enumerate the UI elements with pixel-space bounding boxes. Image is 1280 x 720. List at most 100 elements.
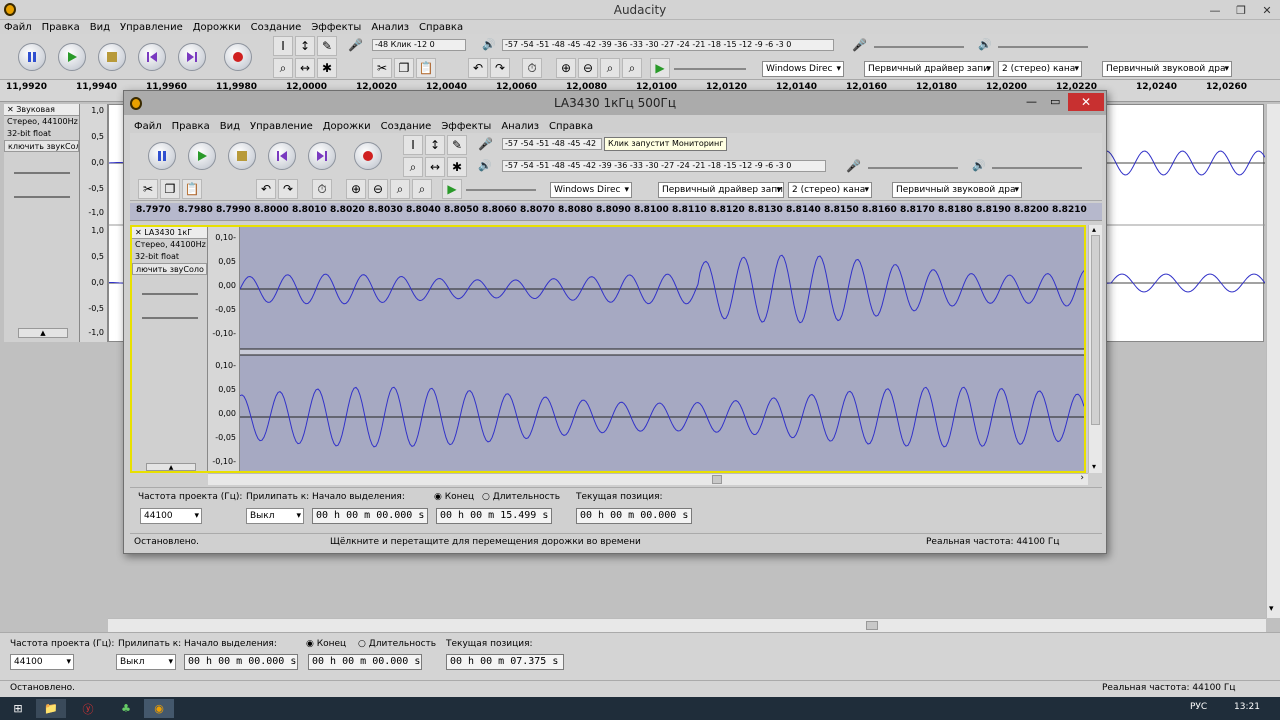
project-horizontal-scrollbar[interactable]: ›: [208, 473, 1088, 485]
pan-slider[interactable]: [142, 317, 198, 319]
playback-meter[interactable]: -57 -54 -51 -48 -45 -42 -39 -36 -33 -30 …: [502, 39, 834, 51]
multi-tool-icon[interactable]: ✱: [447, 157, 467, 177]
menu-view[interactable]: Вид: [90, 22, 110, 33]
menu-help[interactable]: Справка: [419, 22, 463, 33]
envelope-tool-icon[interactable]: ↕: [425, 135, 445, 155]
audio-host-select[interactable]: Windows Direc: [550, 182, 632, 198]
end-radio[interactable]: ◉: [434, 492, 442, 502]
mic-volume-slider[interactable]: [874, 46, 964, 48]
app-icon[interactable]: ♣: [112, 699, 140, 718]
main-horizontal-scrollbar[interactable]: [108, 618, 1266, 632]
menu-analyze[interactable]: Анализ: [501, 121, 539, 132]
record-button[interactable]: [354, 142, 382, 170]
minimize-button[interactable]: —: [1202, 0, 1228, 20]
draw-tool-icon[interactable]: ✎: [317, 36, 337, 56]
menu-effects[interactable]: Эффекты: [441, 121, 491, 132]
menu-generate[interactable]: Создание: [251, 22, 302, 33]
pan-slider[interactable]: [14, 196, 70, 198]
explorer-icon[interactable]: 📁: [36, 699, 66, 718]
project-rate-select[interactable]: 44100: [140, 508, 202, 524]
stop-button[interactable]: [98, 43, 126, 71]
zoom-tool-icon[interactable]: ⌕: [273, 58, 293, 78]
track-name[interactable]: Звуковая: [16, 105, 55, 114]
envelope-tool-icon[interactable]: ↕: [295, 36, 315, 56]
selection-start-time[interactable]: 00 h 00 m 00.000 s: [312, 508, 428, 524]
zoom-out-icon[interactable]: ⊖: [578, 58, 598, 78]
snap-select[interactable]: Выкл: [246, 508, 304, 524]
play-at-speed-icon[interactable]: ▶: [442, 179, 462, 199]
timeshift-tool-icon[interactable]: ↔: [425, 157, 445, 177]
play-speed-slider[interactable]: [674, 68, 746, 70]
draw-tool-icon[interactable]: ✎: [447, 135, 467, 155]
maximize-button[interactable]: ❐: [1228, 0, 1254, 20]
pause-button[interactable]: [148, 142, 176, 170]
record-button[interactable]: [224, 43, 252, 71]
input-device-select[interactable]: Первичный драйвер запи: [864, 61, 994, 77]
cut-icon[interactable]: ✂: [372, 58, 392, 78]
skip-end-button[interactable]: [308, 142, 336, 170]
selection-tool-icon[interactable]: I: [273, 36, 293, 56]
fit-selection-icon[interactable]: ⌕: [600, 58, 620, 78]
skip-start-button[interactable]: [138, 43, 166, 71]
copy-icon[interactable]: ❐: [394, 58, 414, 78]
project-vertical-scrollbar[interactable]: ▴ ▾: [1088, 225, 1102, 473]
play-button[interactable]: [58, 43, 86, 71]
sync-lock-icon[interactable]: ⏱: [522, 58, 542, 78]
start-icon[interactable]: ⊞: [4, 699, 32, 718]
fit-project-icon[interactable]: ⌕: [622, 58, 642, 78]
gain-slider[interactable]: [14, 172, 70, 174]
collapse-track-icon[interactable]: ▲: [18, 328, 68, 338]
record-meter[interactable]: -57 -54 -51 -48 -45 -42: [502, 138, 602, 150]
menu-tracks[interactable]: Дорожки: [193, 22, 241, 33]
selection-end-time[interactable]: 00 h 00 m 00.000 s: [308, 654, 422, 670]
cut-icon[interactable]: ✂: [138, 179, 158, 199]
zoom-tool-icon[interactable]: ⌕: [403, 157, 423, 177]
selection-tool-icon[interactable]: I: [403, 135, 423, 155]
zoom-in-icon[interactable]: ⊕: [346, 179, 366, 199]
output-device-select[interactable]: Первичный звуковой дра: [1102, 61, 1232, 77]
play-button[interactable]: [188, 142, 216, 170]
project-track[interactable]: ✕ LA3430 1кГ Стерео, 44100Hz 32-bit floa…: [130, 225, 1086, 473]
menu-help[interactable]: Справка: [549, 121, 593, 132]
menu-tracks[interactable]: Дорожки: [323, 121, 371, 132]
main-vertical-scrollbar[interactable]: ▾: [1266, 104, 1280, 618]
play-at-speed-icon[interactable]: ▶: [650, 58, 670, 78]
length-radio[interactable]: ○: [358, 639, 366, 649]
end-radio[interactable]: ◉: [306, 639, 314, 649]
menu-generate[interactable]: Создание: [381, 121, 432, 132]
multi-tool-icon[interactable]: ✱: [317, 58, 337, 78]
paste-icon[interactable]: 📋: [416, 58, 436, 78]
maximize-button[interactable]: ▭: [1050, 95, 1060, 108]
channels-select[interactable]: 2 (стерео) кана: [788, 182, 872, 198]
menu-effects[interactable]: Эффекты: [311, 22, 361, 33]
menu-file[interactable]: Файл: [134, 121, 162, 132]
audio-position-time[interactable]: 00 h 00 m 00.000 s: [576, 508, 692, 524]
audio-position-time[interactable]: 00 h 00 m 07.375 s: [446, 654, 564, 670]
menu-edit[interactable]: Правка: [172, 121, 210, 132]
output-device-select[interactable]: Первичный звуковой дра: [892, 182, 1022, 198]
project-rate-select[interactable]: 44100: [10, 654, 74, 670]
clock[interactable]: 13:21: [1234, 702, 1260, 712]
input-device-select[interactable]: Первичный драйвер запи: [658, 182, 784, 198]
fit-project-icon[interactable]: ⌕: [412, 179, 432, 199]
mute-solo-buttons[interactable]: ключить звукСоло: [4, 140, 79, 152]
language-indicator[interactable]: РУС: [1190, 702, 1207, 712]
playback-meter[interactable]: -57 -54 -51 -48 -45 -42 -39 -36 -33 -30 …: [502, 160, 826, 172]
selection-start-time[interactable]: 00 h 00 m 00.000 s: [184, 654, 298, 670]
menu-file[interactable]: Файл: [4, 22, 32, 33]
audio-host-select[interactable]: Windows Direc: [762, 61, 844, 77]
yandex-browser-icon[interactable]: ⓨ: [74, 699, 102, 718]
output-volume-slider[interactable]: [998, 46, 1088, 48]
track-close-icon[interactable]: ✕: [7, 105, 14, 114]
close-button[interactable]: ✕: [1254, 0, 1280, 20]
project-timeline-ruler[interactable]: 8.7970 8.7980 8.7990 8.8000 8.8010 8.802…: [130, 203, 1102, 221]
skip-start-button[interactable]: [268, 142, 296, 170]
channels-select[interactable]: 2 (стерео) кана: [998, 61, 1082, 77]
undo-icon[interactable]: ↶: [256, 179, 276, 199]
redo-icon[interactable]: ↷: [278, 179, 298, 199]
undo-icon[interactable]: ↶: [468, 58, 488, 78]
project-waveform[interactable]: [240, 227, 1084, 471]
menu-view[interactable]: Вид: [220, 121, 240, 132]
minimize-button[interactable]: —: [1026, 95, 1037, 108]
selection-end-time[interactable]: 00 h 00 m 15.499 s: [436, 508, 552, 524]
